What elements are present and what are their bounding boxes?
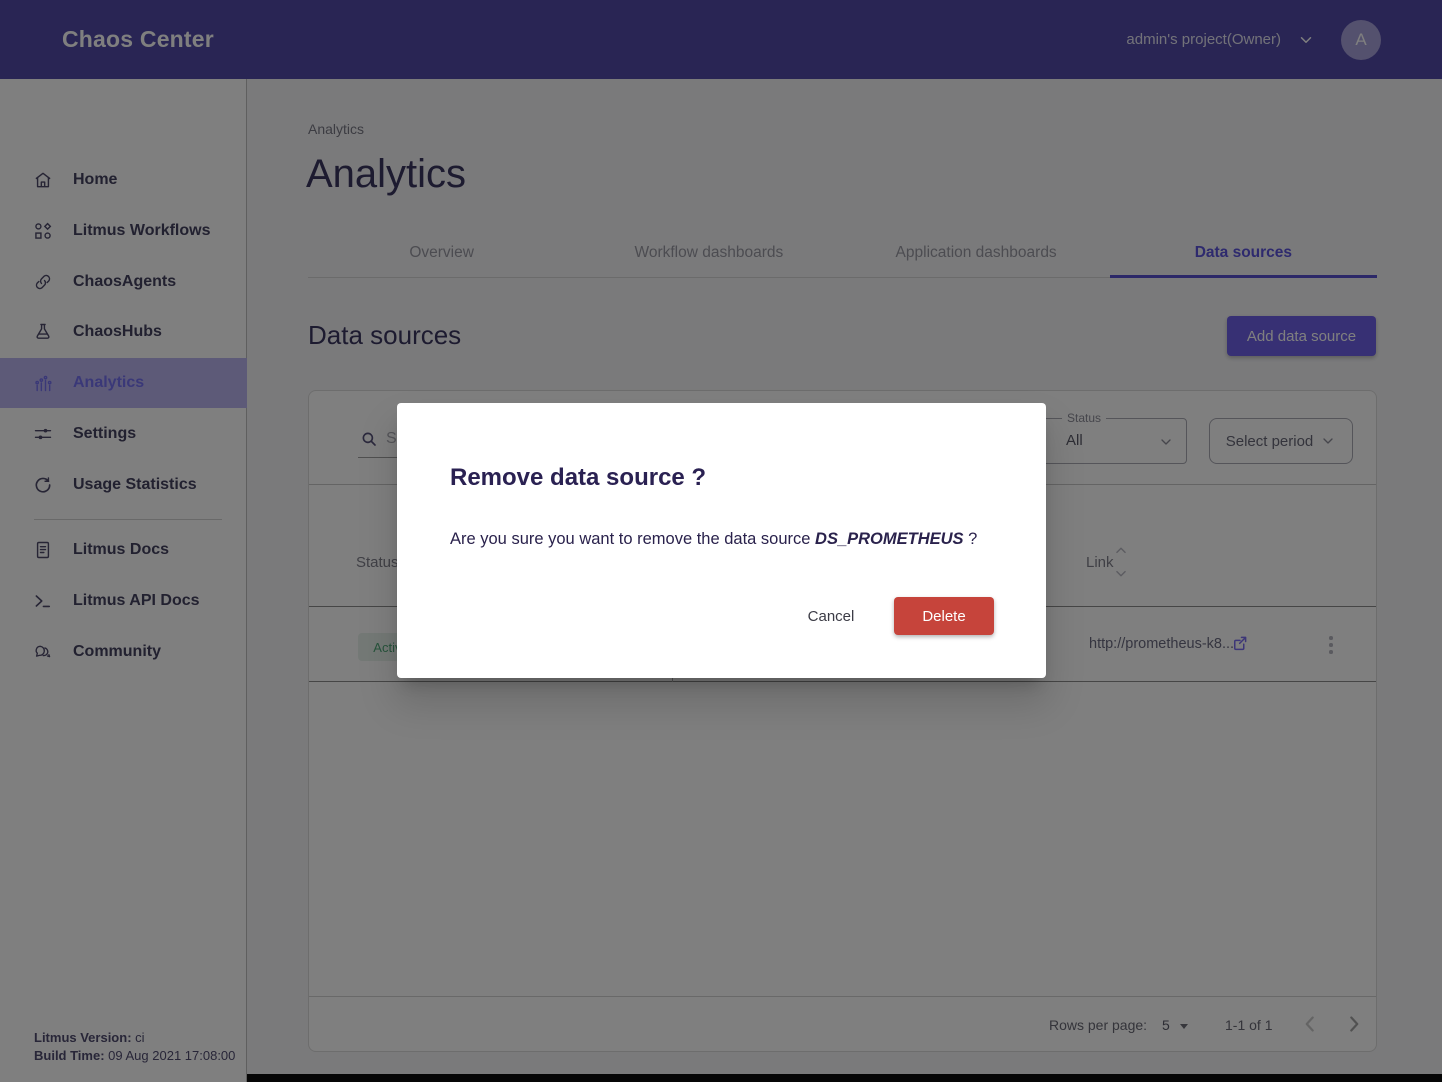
delete-button[interactable]: Delete — [894, 597, 994, 635]
chaos-center-app: Chaos Center admin's project(Owner) A Ho… — [0, 0, 1442, 1082]
cancel-button[interactable]: Cancel — [795, 598, 867, 634]
dialog-message-prefix: Are you sure you want to remove the data… — [450, 530, 815, 548]
dialog-message-suffix: ? — [964, 530, 978, 548]
remove-data-source-dialog: Remove data source ? Are you sure you wa… — [397, 403, 1046, 678]
dialog-message: Are you sure you want to remove the data… — [450, 530, 1010, 549]
data-source-name: DS_PROMETHEUS — [815, 530, 964, 548]
dialog-title: Remove data source ? — [450, 464, 706, 492]
